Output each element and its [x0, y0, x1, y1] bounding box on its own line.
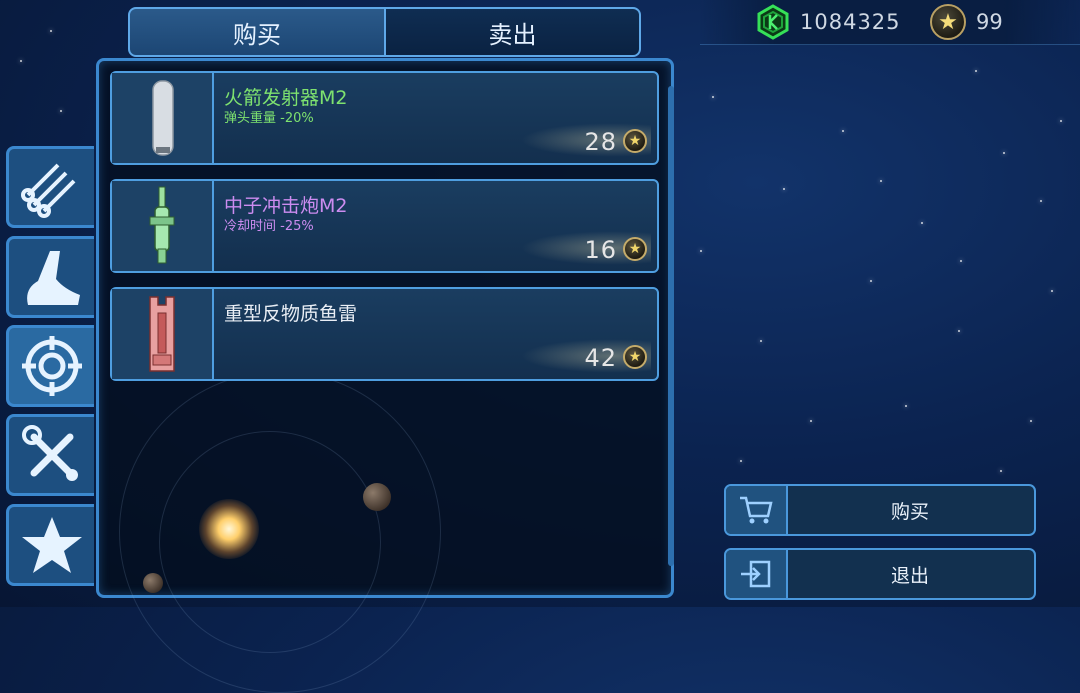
- ship-hull-icon: [26, 251, 80, 305]
- antimatter-torpedo-icon: [149, 296, 175, 372]
- exit-button-label: 退出: [890, 564, 929, 587]
- star-coin-icon: ★: [623, 129, 647, 153]
- category-weapons[interactable]: [6, 325, 94, 407]
- panel-scrollbar[interactable]: [668, 86, 674, 566]
- crosshair-icon: [21, 336, 82, 396]
- tab-buy[interactable]: 购买: [128, 7, 386, 57]
- shopping-cart-icon: [740, 496, 773, 524]
- item-name: 重型反物质鱼雷: [224, 303, 358, 325]
- action-icon-box: [726, 550, 788, 598]
- star-coin-icon: ★: [623, 345, 647, 369]
- item-name: 中子冲击炮M2: [224, 195, 348, 217]
- neutron-cannon-icon: [149, 186, 175, 264]
- shop-item-neutron-cannon[interactable]: 中子冲击炮M2 冷却时间 -25% 16 ★: [110, 179, 659, 273]
- sun-decoration: [199, 499, 259, 559]
- action-icon-box: [726, 486, 788, 534]
- item-modifier: 冷却时间 -25%: [224, 219, 314, 234]
- planet-decoration: [143, 573, 163, 593]
- ammo-cluster-icon: [20, 163, 75, 218]
- item-modifier: 弹头重量 -20%: [224, 111, 314, 126]
- rocket-launcher-icon: [152, 80, 174, 156]
- category-tools[interactable]: [6, 414, 94, 496]
- tab-sell[interactable]: 卖出: [386, 7, 641, 57]
- shop-item-antimatter-torpedo[interactable]: 重型反物质鱼雷 42 ★: [110, 287, 659, 381]
- star-coin-icon: ★: [623, 237, 647, 261]
- item-thumbnail: [112, 289, 214, 379]
- star-count: 99: [976, 10, 1003, 34]
- exit-icon: [741, 560, 771, 588]
- star-currency-icon: ★: [930, 4, 966, 40]
- item-price: 28: [584, 128, 617, 156]
- planet-decoration: [363, 483, 391, 511]
- item-name: 火箭发射器M2: [224, 87, 348, 109]
- shop-item-rocket-launcher[interactable]: 火箭发射器M2 弹头重量 -20% 28 ★: [110, 71, 659, 165]
- buy-button[interactable]: 购买: [724, 484, 1036, 536]
- star-icon: [21, 517, 82, 573]
- category-hull[interactable]: [6, 236, 94, 318]
- buy-button-label: 购买: [890, 500, 929, 523]
- category-special[interactable]: [6, 504, 94, 586]
- green-crystal-icon: [757, 4, 789, 40]
- tools-icon: [21, 425, 78, 481]
- item-price: 42: [584, 344, 617, 372]
- exit-button[interactable]: 退出: [724, 548, 1036, 600]
- category-ammo[interactable]: [6, 146, 94, 228]
- item-price: 16: [584, 236, 617, 264]
- gem-count: 1084325: [800, 10, 901, 34]
- item-thumbnail: [112, 181, 214, 271]
- item-thumbnail: [112, 73, 214, 163]
